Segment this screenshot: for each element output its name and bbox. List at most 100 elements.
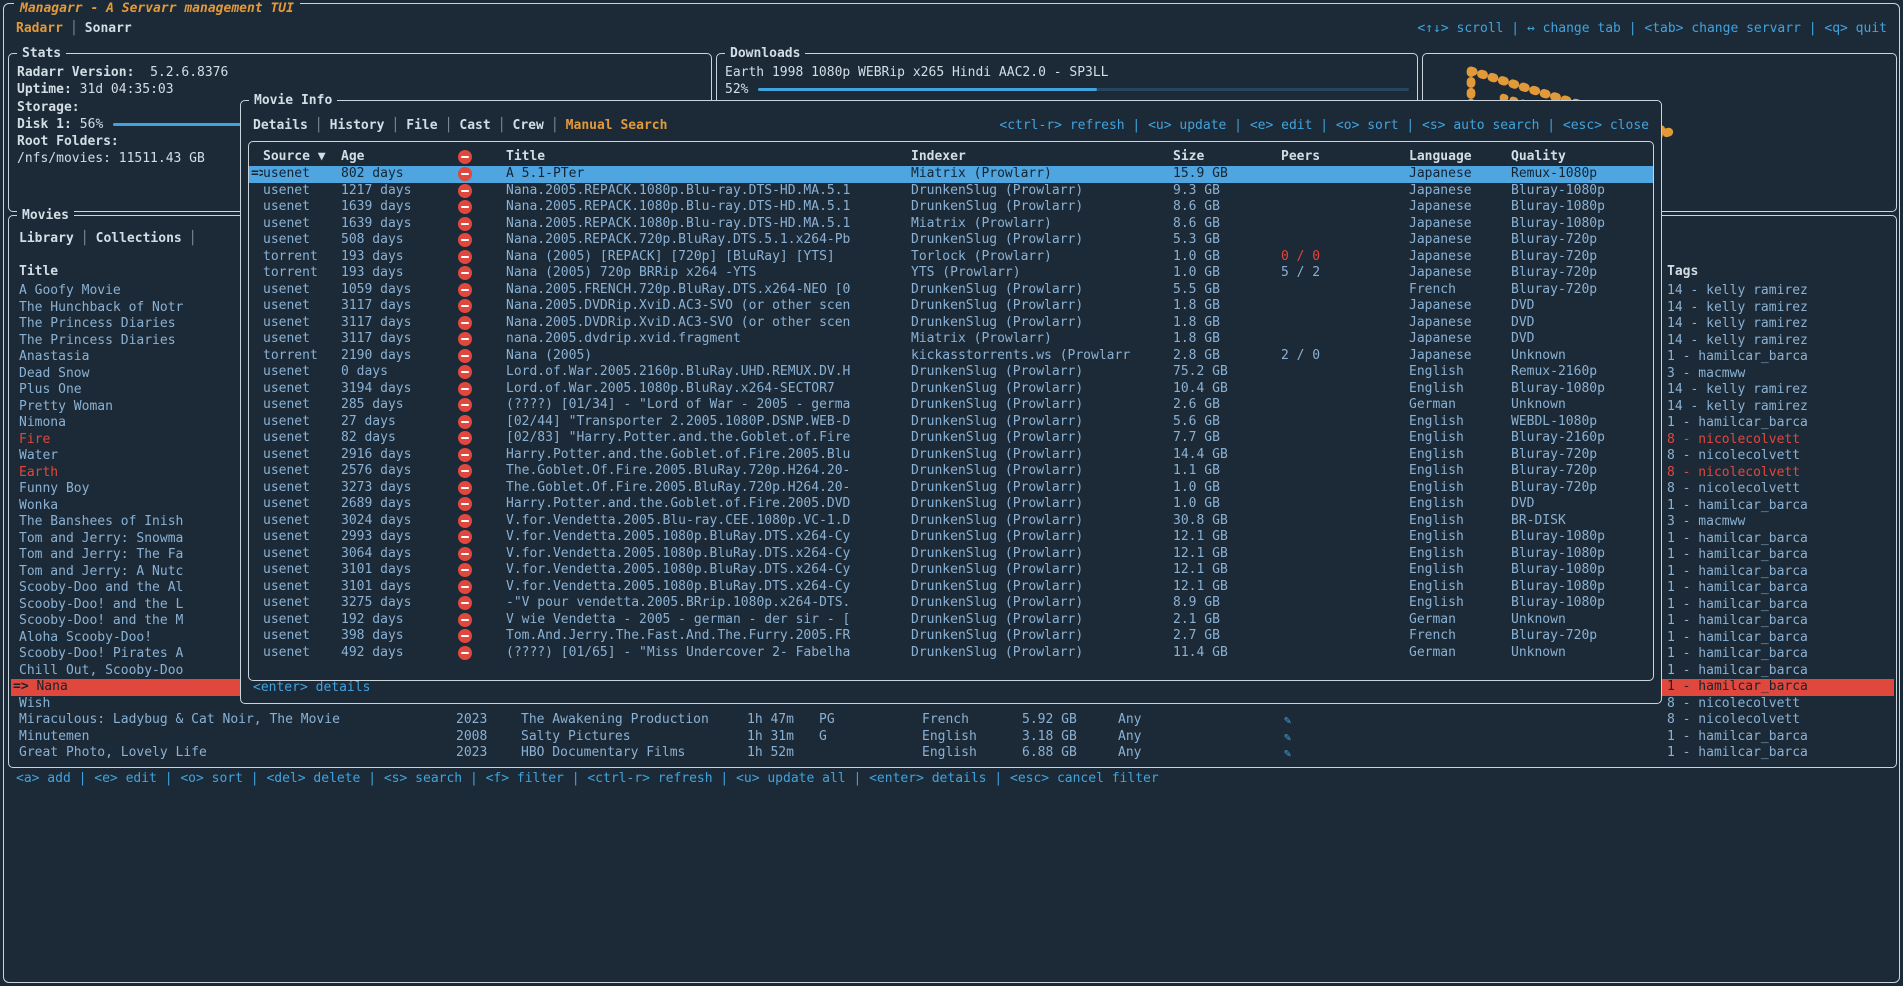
movie-info-tab-history[interactable]: History <box>330 118 385 133</box>
library-row[interactable]: Miraculous: Ladybug & Cat Noir, The Movi… <box>11 712 1894 729</box>
release-row[interactable]: usenet2993 daysV.for.Vendetta.2005.1080p… <box>249 529 1653 546</box>
column-header-peers[interactable]: Peers <box>1281 148 1409 166</box>
release-row[interactable]: torrent193 daysNana (2005) 720p BRRip x2… <box>249 265 1653 282</box>
release-peers-cell <box>1281 414 1409 431</box>
selection-prefix <box>249 628 263 645</box>
column-header-source[interactable]: Source ▼ <box>263 148 341 166</box>
release-quality-cell: Bluray-1080p <box>1511 183 1653 200</box>
release-row[interactable]: usenet2916 daysHarry.Potter.and.the.Gobl… <box>249 447 1653 464</box>
release-language-cell: Japanese <box>1409 216 1511 233</box>
movie-info-tab-cast[interactable]: Cast <box>459 118 490 133</box>
release-language-cell: English <box>1409 480 1511 497</box>
release-peers-cell <box>1281 232 1409 249</box>
movie-year-cell: 2023 <box>448 745 513 762</box>
release-indexer-cell: DrunkenSlug (Prowlarr) <box>911 315 1173 332</box>
movie-tags-cell: 1 - hamilcar_barca <box>1659 663 1894 680</box>
release-row[interactable]: torrent193 daysNana (2005) [REPACK] [720… <box>249 249 1653 266</box>
release-language-cell: Japanese <box>1409 232 1511 249</box>
release-row[interactable]: usenet492 days(????) [01/65] - "Miss Und… <box>249 645 1653 662</box>
release-row[interactable]: usenet3117 daysnana.2005.dvdrip.xvid.fra… <box>249 331 1653 348</box>
release-peers-cell <box>1281 298 1409 315</box>
selection-prefix <box>249 232 263 249</box>
release-row[interactable]: usenet3101 daysV.for.Vendetta.2005.1080p… <box>249 579 1653 596</box>
release-row[interactable]: usenet1217 daysNana.2005.REPACK.1080p.Bl… <box>249 183 1653 200</box>
column-header-language[interactable]: Language <box>1409 148 1511 166</box>
release-protocol-cell: usenet <box>263 199 341 216</box>
movie-info-tab-crew[interactable]: Crew <box>513 118 544 133</box>
release-size-cell: 8.6 GB <box>1173 216 1281 233</box>
release-row[interactable]: usenet82 days[02/83] "Harry.Potter.and.t… <box>249 430 1653 447</box>
release-protocol-cell: usenet <box>263 480 341 497</box>
release-indexer-cell: DrunkenSlug (Prowlarr) <box>911 364 1173 381</box>
release-row[interactable]: usenet2576 daysThe.Goblet.Of.Fire.2005.B… <box>249 463 1653 480</box>
release-protocol-cell: usenet <box>263 463 341 480</box>
release-row[interactable]: usenet1639 daysNana.2005.REPACK.1080p.Bl… <box>249 199 1653 216</box>
release-row[interactable]: usenet3275 days-"V pour vendetta.2005.BR… <box>249 595 1653 612</box>
release-peers-cell <box>1281 447 1409 464</box>
release-row[interactable]: usenet285 days(????) [01/34] - "Lord of … <box>249 397 1653 414</box>
release-row[interactable]: usenet3117 daysNana.2005.DVDRip.XviD.AC3… <box>249 315 1653 332</box>
release-title-cell: Nana.2005.REPACK.1080p.Blu-ray.DTS-HD.MA… <box>506 199 911 216</box>
release-title-cell: V.for.Vendetta.2005.Blu-ray.CEE.1080p.VC… <box>506 513 911 530</box>
movie-tags-cell: 1 - hamilcar_barca <box>1659 745 1894 762</box>
release-row[interactable]: usenet3273 daysThe.Goblet.Of.Fire.2005.B… <box>249 480 1653 497</box>
no-entry-icon <box>458 365 472 379</box>
column-header-size[interactable]: Size <box>1173 148 1281 166</box>
release-row[interactable]: usenet1639 daysNana.2005.REPACK.1080p.Bl… <box>249 216 1653 233</box>
release-quality-cell: WEBDL-1080p <box>1511 414 1653 431</box>
release-rejection-cell <box>456 166 506 183</box>
release-indexer-cell: DrunkenSlug (Prowlarr) <box>911 298 1173 315</box>
release-size-cell: 12.1 GB <box>1173 579 1281 596</box>
no-entry-icon <box>458 150 472 164</box>
servarr-tab-sonarr[interactable]: Sonarr <box>85 21 132 36</box>
servarr-tab-radarr[interactable]: Radarr <box>16 21 63 36</box>
release-quality-cell: Bluray-1080p <box>1511 381 1653 398</box>
download-item: Earth 1998 1080p WEBRip x265 Hindi AAC2.… <box>725 64 1409 81</box>
release-row[interactable]: torrent2190 daysNana (2005)kickasstorren… <box>249 348 1653 365</box>
release-row[interactable]: usenet3064 daysV.for.Vendetta.2005.1080p… <box>249 546 1653 563</box>
movie-info-tab-details[interactable]: Details <box>253 118 308 133</box>
release-age-cell: 192 days <box>341 612 456 629</box>
release-row[interactable]: usenet0 daysLord.of.War.2005.2160p.BluRa… <box>249 364 1653 381</box>
movies-tab-collections[interactable]: Collections <box>96 231 182 246</box>
movie-tags-cell: 1 - hamilcar_barca <box>1659 547 1894 564</box>
release-row[interactable]: =>usenet802 daysA 5.1-PTerMiatrix (Prowl… <box>249 166 1653 183</box>
release-row[interactable]: usenet3194 daysLord.of.War.2005.1080p.Bl… <box>249 381 1653 398</box>
release-age-cell: 285 days <box>341 397 456 414</box>
release-row[interactable]: usenet3101 daysV.for.Vendetta.2005.1080p… <box>249 562 1653 579</box>
release-row[interactable]: usenet192 daysV wie Vendetta - 2005 - ge… <box>249 612 1653 629</box>
release-row[interactable]: usenet3024 daysV.for.Vendetta.2005.Blu-r… <box>249 513 1653 530</box>
column-header-age[interactable]: Age <box>341 148 456 166</box>
release-indexer-cell: DrunkenSlug (Prowlarr) <box>911 612 1173 629</box>
movie-tags-cell: 1 - hamilcar_barca <box>1659 531 1894 548</box>
release-protocol-cell: usenet <box>263 282 341 299</box>
column-header-indexer[interactable]: Indexer <box>911 148 1173 166</box>
release-age-cell: 3275 days <box>341 595 456 612</box>
selection-prefix <box>249 381 263 398</box>
release-row[interactable]: usenet3117 daysNana.2005.DVDRip.XviD.AC3… <box>249 298 1653 315</box>
release-row[interactable]: usenet398 daysTom.And.Jerry.The.Fast.And… <box>249 628 1653 645</box>
release-age-cell: 3101 days <box>341 562 456 579</box>
release-indexer-cell: DrunkenSlug (Prowlarr) <box>911 463 1173 480</box>
release-row[interactable]: usenet2689 daysHarry.Potter.and.the.Gobl… <box>249 496 1653 513</box>
movie-info-tab-manual-search[interactable]: Manual Search <box>566 118 668 133</box>
release-language-cell: Japanese <box>1409 298 1511 315</box>
release-title-cell: Nana.2005.DVDRip.XviD.AC3-SVO (or other … <box>506 315 911 332</box>
release-title-cell: V.for.Vendetta.2005.1080p.BluRay.DTS.x26… <box>506 529 911 546</box>
release-protocol-cell: torrent <box>263 348 341 365</box>
release-title-cell: Lord.of.War.2005.1080p.BluRay.x264-SECTO… <box>506 381 911 398</box>
tab-separator: │ <box>551 118 559 133</box>
column-header-quality[interactable]: Quality <box>1511 148 1653 166</box>
library-row[interactable]: Minutemen2008Salty Pictures1h 31mGEnglis… <box>11 729 1894 746</box>
release-row[interactable]: usenet27 days[02/44] "Transporter 2.2005… <box>249 414 1653 431</box>
movies-tab-library[interactable]: Library <box>19 231 74 246</box>
library-row[interactable]: Great Photo, Lovely Life2023HBO Document… <box>11 745 1894 762</box>
release-row[interactable]: usenet508 daysNana.2005.REPACK.720p.BluR… <box>249 232 1653 249</box>
release-age-cell: 3273 days <box>341 480 456 497</box>
release-row[interactable]: usenet1059 daysNana.2005.FRENCH.720p.Blu… <box>249 282 1653 299</box>
movie-info-tab-file[interactable]: File <box>406 118 437 133</box>
uptime-label: Uptime: <box>17 82 72 97</box>
release-age-cell: 193 days <box>341 265 456 282</box>
edit-icon: ✎ <box>1284 746 1291 760</box>
column-header-release-title[interactable]: Title <box>506 148 911 166</box>
